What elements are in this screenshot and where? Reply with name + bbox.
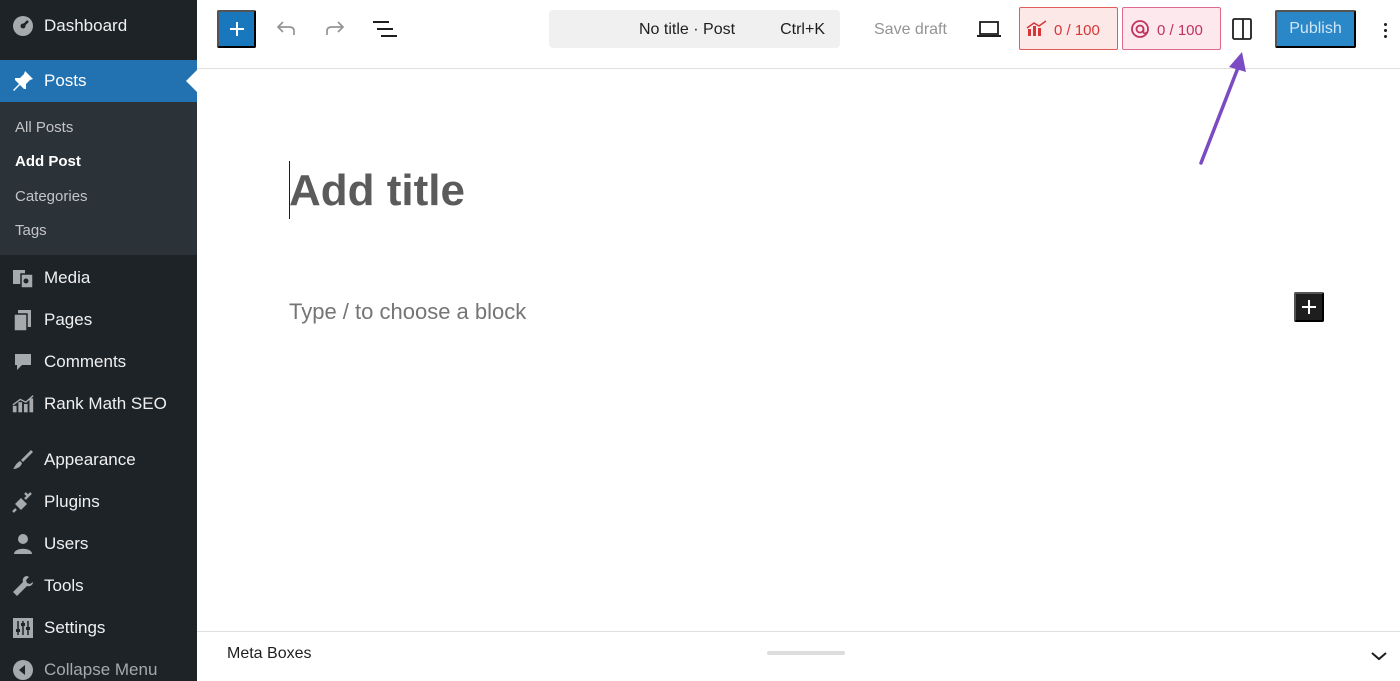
menu-label: Posts [44, 71, 87, 90]
users-icon [11, 532, 35, 556]
menu-label: Comments [44, 352, 127, 371]
submenu-item-tags[interactable]: Tags [15, 222, 47, 239]
annotation-arrow [1199, 52, 1246, 165]
undo-button[interactable] [271, 14, 301, 44]
more-options-icon[interactable] [1375, 17, 1395, 43]
list-view-icon [373, 21, 397, 37]
submenu-item-all-posts[interactable]: All Posts [15, 119, 73, 136]
posts-submenu: All Posts Add Post Categories Tags [0, 102, 197, 255]
menu-label: Appearance [44, 450, 136, 469]
menu-item-media[interactable]: Media [0, 257, 197, 299]
rank-math-icon [11, 392, 35, 416]
menu-label: Media [44, 268, 91, 287]
undo-icon [276, 21, 295, 35]
plus-icon [229, 22, 244, 36]
laptop-icon [977, 21, 1001, 37]
plugin-icon [11, 490, 35, 514]
collapse-menu-button[interactable]: Collapse Menu [0, 649, 197, 681]
meta-boxes-title: Meta Boxes [227, 645, 312, 662]
save-draft-button[interactable]: Save draft [874, 21, 947, 39]
menu-item-appearance[interactable]: Appearance [0, 439, 197, 481]
preview-button[interactable] [975, 17, 1003, 41]
command-palette-bar[interactable]: No title · Post Ctrl+K [549, 10, 840, 48]
admin-sidebar: Dashboard Posts All Posts Add Post Categ… [0, 0, 197, 681]
seo-score-button[interactable]: 0 / 100 [1019, 7, 1118, 50]
comments-icon [11, 350, 35, 374]
block-appender[interactable]: Type / to choose a block [289, 299, 526, 325]
document-overview-button[interactable] [369, 14, 399, 44]
publish-button[interactable]: Publish [1275, 10, 1356, 48]
media-icon [11, 266, 35, 290]
menu-item-plugins[interactable]: Plugins [0, 481, 197, 523]
redo-icon [326, 21, 345, 35]
chevron-down-icon[interactable] [1369, 646, 1389, 666]
block-inserter-button[interactable] [217, 10, 256, 48]
resize-handle[interactable] [767, 651, 845, 655]
seo-score-value: 0 / 100 [1054, 22, 1100, 39]
dashboard-icon [11, 14, 35, 38]
menu-item-pages[interactable]: Pages [0, 299, 197, 341]
document-title: No title · Post [639, 21, 736, 38]
menu-item-settings[interactable]: Settings [0, 607, 197, 649]
collapse-icon [11, 658, 35, 681]
settings-icon [11, 616, 35, 640]
sidebar-toggle-icon[interactable] [1230, 17, 1254, 41]
pages-icon [11, 308, 35, 332]
menu-label: Rank Math SEO [44, 394, 167, 413]
meta-boxes-panel: Meta Boxes [197, 631, 1400, 681]
shortcut-hint: Ctrl+K [780, 21, 825, 38]
menu-item-posts[interactable]: Posts [0, 60, 197, 102]
menu-label: Tools [44, 576, 84, 595]
menu-item-rank-math-seo[interactable]: Rank Math SEO [0, 383, 197, 425]
submenu-item-categories[interactable]: Categories [15, 188, 88, 205]
menu-item-tools[interactable]: Tools [0, 565, 197, 607]
menu-label: Settings [44, 618, 106, 637]
pushpin-icon [11, 69, 35, 93]
plus-icon [1302, 300, 1316, 314]
menu-item-dashboard[interactable]: Dashboard [0, 5, 197, 47]
paintbrush-icon [11, 448, 35, 472]
content-ai-score-value: 0 / 100 [1157, 22, 1203, 39]
menu-label: Plugins [44, 492, 100, 511]
menu-item-users[interactable]: Users [0, 523, 197, 565]
post-title-input[interactable]: Add title [289, 166, 465, 216]
menu-label: Dashboard [44, 16, 128, 35]
add-block-button[interactable] [1294, 292, 1324, 322]
menu-label: Pages [44, 310, 93, 329]
menu-item-comments[interactable]: Comments [0, 341, 197, 383]
rank-math-icon [1026, 20, 1047, 36]
collapse-menu-label: Collapse Menu [44, 660, 158, 679]
menu-label: Users [44, 534, 89, 553]
submenu-item-add-post[interactable]: Add Post [15, 153, 81, 170]
redo-button[interactable] [320, 14, 350, 44]
wrench-icon [11, 574, 35, 598]
content-ai-icon [1131, 20, 1149, 38]
